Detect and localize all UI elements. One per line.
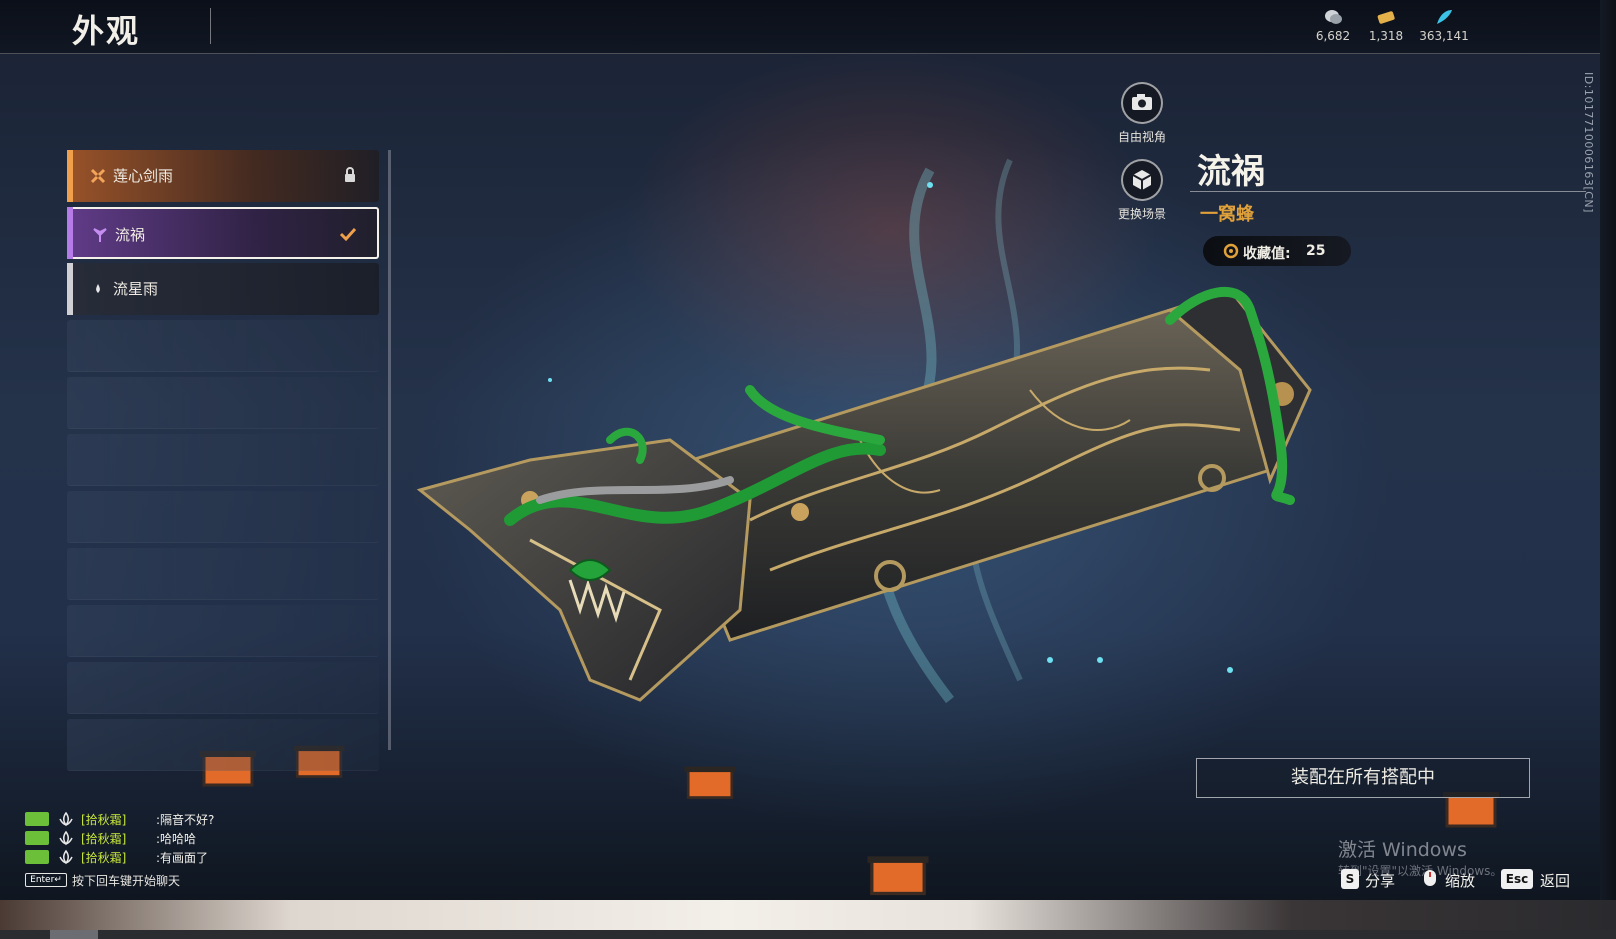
currency-value: 1,318 xyxy=(1368,29,1404,43)
equip-all-button[interactable]: 装配在所有搭配中 xyxy=(1196,758,1530,798)
item-label: 流星雨 xyxy=(113,280,159,298)
empty-slot xyxy=(67,605,379,657)
empty-slot xyxy=(67,434,379,486)
currency-ticket[interactable]: 1,318 xyxy=(1356,8,1416,43)
list-item[interactable]: 莲心剑雨 xyxy=(67,150,379,202)
empty-slot xyxy=(67,548,379,600)
item-series: 一窝蜂 xyxy=(1200,204,1254,225)
rarity-bar xyxy=(67,150,73,202)
rarity-bar xyxy=(67,263,73,315)
chat-text: :隔音不好? xyxy=(156,813,215,827)
currency-feather[interactable]: 363,141 xyxy=(1414,8,1474,43)
drop-icon xyxy=(96,284,100,293)
windows-activation-watermark: 激活 Windows xyxy=(1338,839,1467,861)
change-scene-button[interactable]: 更换场景 xyxy=(1097,159,1187,222)
enter-key-hint: Enter↵ xyxy=(25,873,67,887)
item-label: 流祸 xyxy=(115,226,146,244)
lantern-icon xyxy=(684,766,736,799)
list-item-selected[interactable]: 流祸 xyxy=(67,207,379,259)
weapon-preview[interactable] xyxy=(410,140,1330,740)
free-view-label: 自由视角 xyxy=(1117,130,1166,144)
taskbar xyxy=(0,930,1616,939)
taskbar-segment xyxy=(50,930,98,939)
camera-icon xyxy=(1121,82,1163,124)
list-scrollbar[interactable] xyxy=(388,150,391,750)
page-title: 外观 xyxy=(72,12,141,50)
chat-sender[interactable]: [拾秋霜] xyxy=(81,830,126,847)
empty-slot xyxy=(67,320,379,372)
mouse-icon xyxy=(1424,870,1436,886)
list-item[interactable]: 流星雨 xyxy=(67,263,379,315)
checkmark-icon xyxy=(339,227,357,242)
currency-value: 363,141 xyxy=(1419,29,1469,43)
channel-badge xyxy=(25,812,49,826)
collection-icon xyxy=(1223,243,1239,259)
share-key[interactable]: S xyxy=(1341,869,1359,889)
chat-sender[interactable]: [拾秋霜] xyxy=(81,811,126,828)
top-bar: 外观 6,682 1,318 363,141 xyxy=(0,0,1600,54)
lock-icon xyxy=(345,167,355,182)
empty-slot xyxy=(67,719,379,771)
chat-hint[interactable]: 按下回车键开始聊天 xyxy=(72,872,180,889)
currency-value: 6,682 xyxy=(1315,29,1351,43)
game-scene: 外观 6,682 1,318 363,141 ID:1017710006163[… xyxy=(0,0,1600,900)
esc-key[interactable]: Esc xyxy=(1501,869,1533,889)
chat-text: :有画面了 xyxy=(156,851,209,865)
feather-icon xyxy=(1437,10,1452,24)
empty-slot xyxy=(67,662,379,714)
rarity-bar xyxy=(67,207,73,259)
coin-stack-icon xyxy=(1325,10,1342,24)
item-name: 流祸 xyxy=(1197,152,1265,192)
window-edge xyxy=(1600,0,1616,900)
back-label[interactable]: 返回 xyxy=(1540,870,1570,891)
cube-icon xyxy=(1121,159,1163,201)
lotus-icon xyxy=(59,830,73,846)
channel-badge xyxy=(25,831,49,845)
share-label[interactable]: 分享 xyxy=(1365,870,1395,891)
lotus-icon xyxy=(59,849,73,865)
currency-silver[interactable]: 6,682 xyxy=(1303,8,1363,43)
appearance-list: 莲心剑雨 流祸 流星雨 xyxy=(67,150,379,795)
lotus-icon xyxy=(59,811,73,827)
collection-value: 25 xyxy=(1306,243,1326,259)
lotus-blades-icon xyxy=(90,168,106,184)
chat-text: :哈哈哈 xyxy=(156,832,197,846)
collection-label: 收藏值: xyxy=(1243,246,1291,262)
lantern-icon xyxy=(867,856,929,896)
change-scene-label: 更换场景 xyxy=(1117,207,1166,221)
ticket-icon xyxy=(1377,11,1395,24)
empty-slot xyxy=(67,377,379,429)
account-id: ID:1017710006163[CN] xyxy=(1582,72,1595,213)
item-label: 莲心剑雨 xyxy=(113,167,174,185)
divider xyxy=(210,8,211,44)
zoom-label[interactable]: 缩放 xyxy=(1445,870,1475,891)
chat-sender[interactable]: [拾秋霜] xyxy=(81,849,126,866)
free-view-button[interactable]: 自由视角 xyxy=(1097,82,1187,145)
empty-slot xyxy=(67,491,379,543)
triple-petal-icon xyxy=(93,228,107,242)
channel-badge xyxy=(25,850,49,864)
divider xyxy=(1190,191,1586,192)
